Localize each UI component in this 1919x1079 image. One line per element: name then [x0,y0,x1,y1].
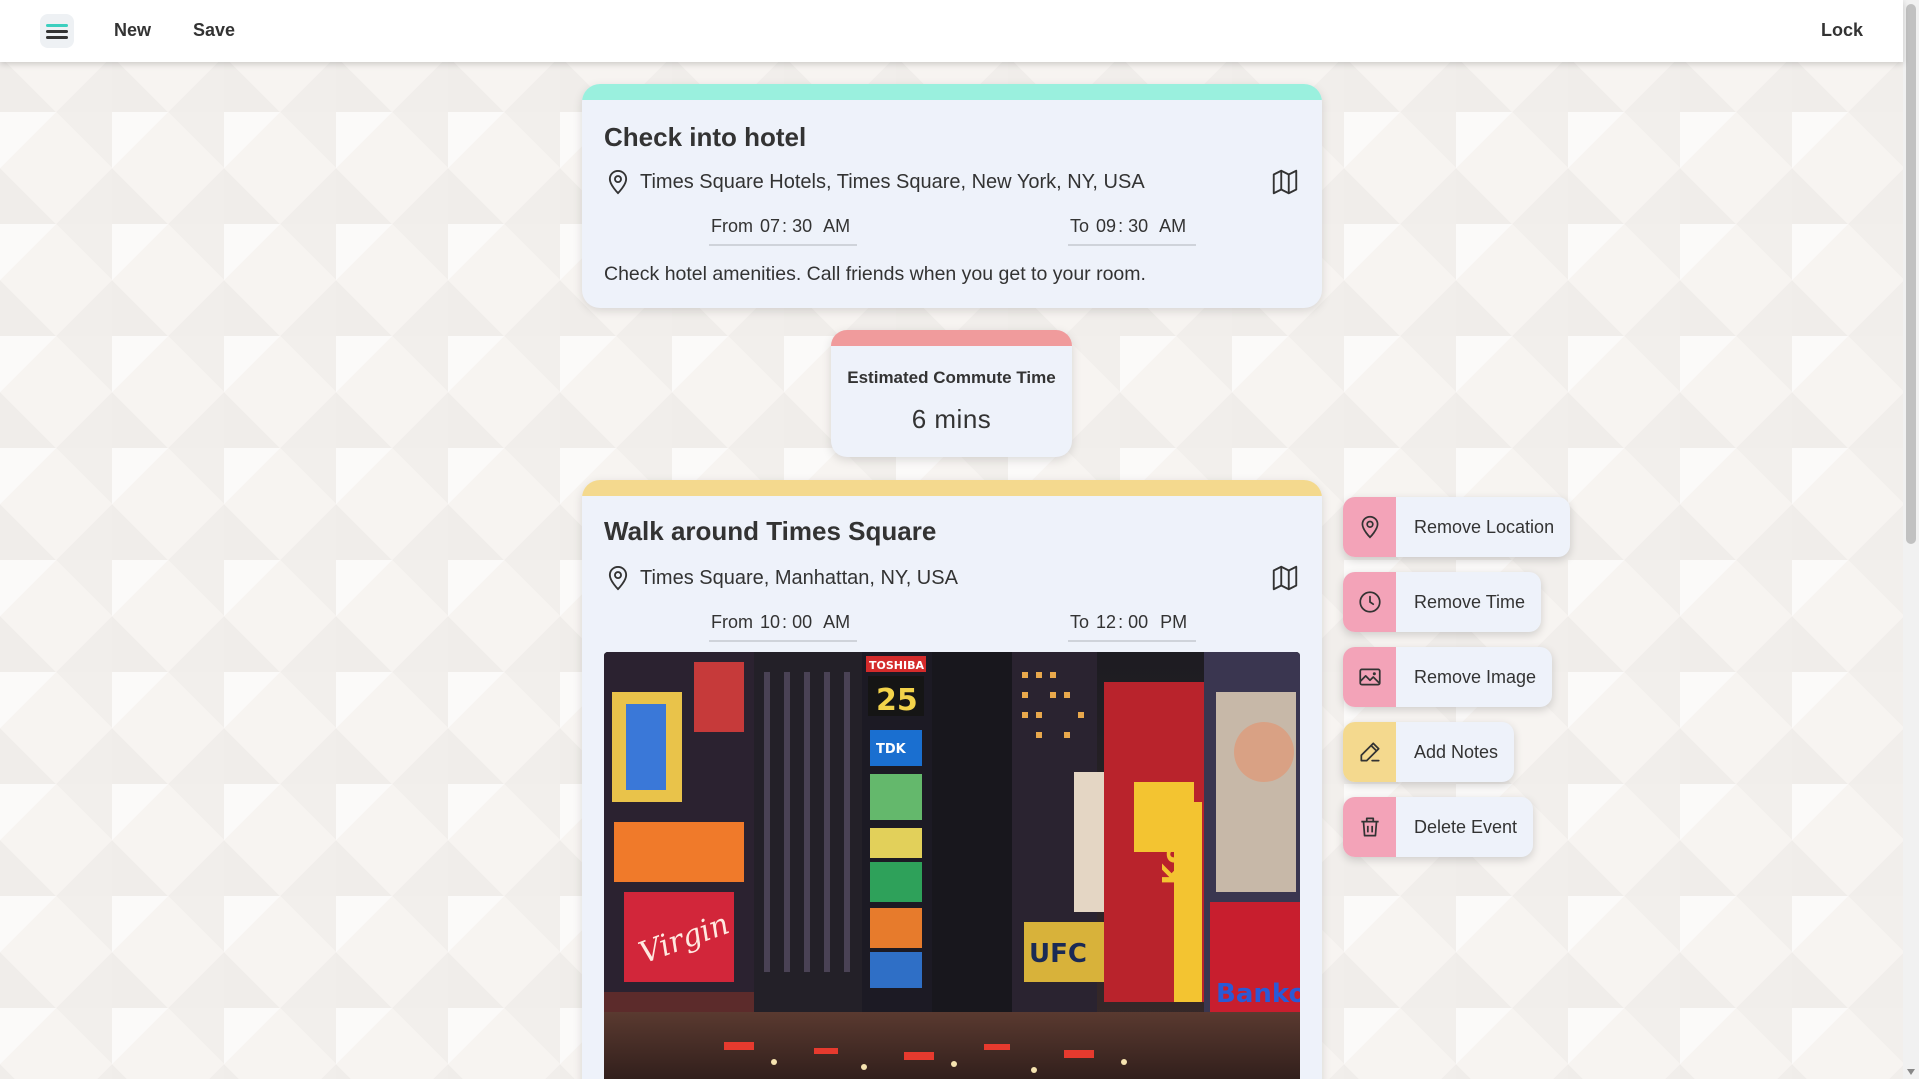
action-icon-box [1343,722,1396,782]
lock-button[interactable]: Lock [1821,20,1863,41]
action-icon-box [1343,647,1396,707]
from-time-field[interactable]: From 10: 00 AM [709,612,857,642]
from-ampm[interactable]: AM [823,612,850,632]
action-icon-box [1343,572,1396,632]
to-time-field[interactable]: To 12: 00 PM [1068,612,1196,642]
add-notes-label: Add Notes [1414,741,1499,762]
hamburger-menu-icon [46,21,68,42]
event-color-stripe [582,84,1322,100]
remove-time-button[interactable]: Remove Time [1343,572,1542,632]
location-address[interactable]: Times Square, Manhattan, NY, USA [640,567,1270,590]
delete-event-label: Delete Event [1414,816,1518,837]
top-app-bar: New Save Lock [0,0,1903,62]
to-minute[interactable]: 00 [1128,612,1148,632]
new-button[interactable]: New [114,20,151,41]
event-card[interactable]: Walk around Times Square Times Square, M… [582,480,1322,1079]
from-time-field[interactable]: From 07: 30 AM [709,216,857,246]
image-icon [1358,668,1381,686]
commute-value: 6 mins [911,404,992,434]
from-minute[interactable]: 30 [792,216,812,236]
event-title[interactable]: Walk around Times Square [604,516,936,547]
location-address[interactable]: Times Square Hotels, Times Square, New Y… [640,171,1270,194]
svg-text:TDK: TDK [876,742,907,757]
to-hour[interactable]: 09 [1096,216,1116,236]
map-icon[interactable] [1270,563,1300,593]
remove-location-label: Remove Location [1414,516,1555,537]
map-icon[interactable] [1270,167,1300,197]
clock-icon [1358,591,1381,613]
remove-image-label: Remove Image [1414,666,1537,687]
add-notes-button[interactable]: Add Notes [1343,722,1515,782]
location-row: Times Square, Manhattan, NY, USA [604,562,1300,594]
scrollbar-thumb[interactable] [1906,4,1916,544]
remove-location-button[interactable]: Remove Location [1343,497,1571,557]
trash-icon [1360,817,1379,837]
menu-button[interactable] [40,14,74,48]
from-minute[interactable]: 00 [792,612,812,632]
svg-text:BankofA: BankofA [1216,979,1300,1009]
event-notes[interactable]: Check hotel amenities. Call friends when… [604,263,1146,286]
from-hour[interactable]: 07 [760,216,780,236]
from-ampm[interactable]: AM [823,216,850,236]
commute-card: Estimated Commute Time 6 mins [831,330,1072,457]
page-scrollbar[interactable] [1903,0,1919,1079]
svg-text:UFC: UFC [1029,939,1087,969]
to-minute[interactable]: 30 [1128,216,1148,236]
save-button[interactable]: Save [193,20,235,41]
svg-text:25: 25 [876,683,918,718]
location-pin-icon [608,169,628,195]
remove-image-button[interactable]: Remove Image [1343,647,1553,707]
to-label: To [1070,216,1090,236]
event-color-stripe [582,480,1322,496]
location-row: Times Square Hotels, Times Square, New Y… [604,166,1300,198]
remove-time-label: Remove Time [1414,591,1526,612]
delete-event-button[interactable]: Delete Event [1343,797,1534,857]
to-ampm[interactable]: PM [1160,612,1187,632]
location-pin-icon [608,565,628,591]
to-time-field[interactable]: To 09: 30 AM [1068,216,1196,246]
from-hour[interactable]: 10 [760,612,780,632]
times-square-night-photo: Virgin TOSHIBA 25 TDK UFC Kodak Banko [604,652,1300,1079]
event-title[interactable]: Check into hotel [604,122,806,153]
location-pin-icon [1361,515,1378,539]
from-label: From [711,612,753,632]
edit-pencil-icon [1359,742,1380,762]
commute-label: Estimated Commute Time [847,368,1056,387]
action-icon-box [1343,497,1396,557]
from-label: From [711,216,753,236]
to-label: To [1070,612,1090,632]
svg-text:TOSHIBA: TOSHIBA [869,659,924,672]
action-icon-box [1343,797,1396,857]
commute-color-stripe [831,330,1072,346]
event-card[interactable]: Check into hotel Times Square Hotels, Ti… [582,84,1322,308]
to-hour[interactable]: 12 [1096,612,1116,632]
scroll-down-arrow-icon[interactable] [1907,1069,1915,1075]
event-image[interactable]: Virgin TOSHIBA 25 TDK UFC Kodak Banko [604,652,1300,1079]
to-ampm[interactable]: AM [1159,216,1186,236]
